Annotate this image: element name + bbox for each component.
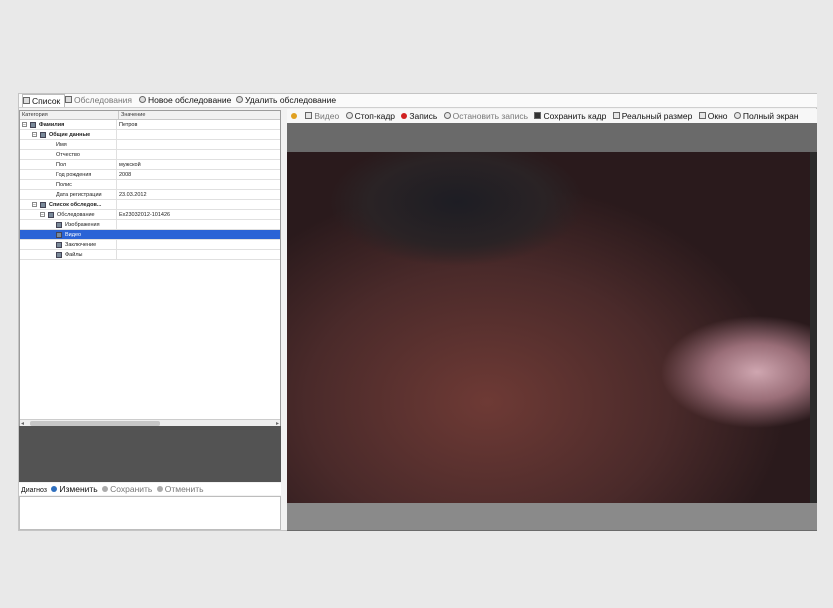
folder-icon	[30, 122, 36, 128]
collapse-icon[interactable]: −	[40, 212, 45, 218]
record-button[interactable]: Запись	[401, 111, 437, 121]
video-button[interactable]: Видео	[305, 111, 339, 121]
tree-row[interactable]: Отчество	[20, 150, 280, 160]
tab-list[interactable]: Список	[22, 94, 65, 107]
real-size-button[interactable]: Реальный размер	[612, 111, 692, 121]
stop-record-icon	[443, 112, 451, 120]
edit-button[interactable]: Изменить	[51, 484, 98, 494]
tree-row[interactable]: Изображения	[20, 220, 280, 230]
column-header-category: Категория	[22, 112, 48, 118]
folder-icon	[40, 132, 46, 138]
conclusion-icon	[56, 242, 62, 248]
tree-row[interactable]: − Общие данные	[20, 130, 280, 140]
video-panel: Видео Стоп-кадр Запись Остановить запись…	[287, 109, 817, 531]
top-toolbar: Список Обследования Новое обследование У…	[19, 94, 817, 108]
app-window: Список Обследования Новое обследование У…	[18, 93, 817, 531]
tree-row-selected[interactable]: Видео	[20, 230, 280, 240]
collapse-icon[interactable]: −	[22, 122, 27, 128]
folder-icon	[40, 202, 46, 208]
exams-icon	[65, 96, 72, 104]
column-header-value: Значение	[118, 111, 145, 119]
stop-frame-icon	[345, 112, 353, 120]
video-icon	[56, 232, 62, 238]
collapse-icon[interactable]: −	[32, 132, 37, 138]
fullscreen-icon	[733, 112, 741, 120]
tab-exams[interactable]: Обследования	[65, 94, 132, 107]
real-size-icon	[612, 112, 620, 120]
collapse-icon[interactable]: −	[32, 202, 37, 208]
files-icon	[56, 252, 62, 258]
edit-icon	[51, 485, 58, 492]
stop-frame-button[interactable]: Стоп-кадр	[345, 111, 395, 121]
tree-row[interactable]: Имя	[20, 140, 280, 150]
save-icon	[102, 485, 109, 492]
video-status-bar	[287, 503, 817, 530]
window-button[interactable]: Окно	[698, 111, 728, 121]
left-panel: Категория Значение − Фамилия Петров − Об…	[19, 108, 282, 532]
save-frame-button[interactable]: Сохранить кадр	[534, 111, 606, 121]
diagnosis-text[interactable]	[19, 496, 281, 530]
tree-row[interactable]: − Обследование Ex23032012-101426	[20, 210, 280, 220]
list-icon	[23, 97, 30, 105]
fullscreen-button[interactable]: Полный экран	[733, 111, 799, 121]
diagnosis-label: Диагноз	[21, 487, 47, 494]
new-exam-button[interactable]: Новое обследование	[139, 94, 231, 107]
exam-icon	[48, 212, 54, 218]
tree-header: Категория Значение	[20, 111, 280, 120]
tree-row[interactable]: Год рождения 2008	[20, 170, 280, 180]
patient-tree[interactable]: Категория Значение − Фамилия Петров − Об…	[19, 110, 281, 428]
stop-record-button[interactable]: Остановить запись	[443, 111, 528, 121]
cancel-button[interactable]: Отменить	[156, 484, 204, 494]
tree-row[interactable]: Заключение	[20, 240, 280, 250]
tree-row[interactable]: Дата регистрации 23.03.2012	[20, 190, 280, 200]
delete-exam-button[interactable]: Удалить обследование	[236, 94, 336, 107]
save-frame-icon	[534, 112, 542, 120]
video-icon	[305, 112, 313, 120]
video-toolbar: Видео Стоп-кадр Запись Остановить запись…	[287, 109, 817, 123]
tree-row[interactable]: − Список обследов...	[20, 200, 280, 210]
tree-row[interactable]: − Фамилия Петров	[20, 120, 280, 130]
diagnosis-toolbar: Диагноз Изменить Сохранить Отменить	[19, 483, 281, 495]
endoscope-video-frame	[287, 152, 810, 503]
tree-row[interactable]: Файлы	[20, 250, 280, 260]
camera-status-icon	[291, 111, 299, 121]
delete-exam-icon	[236, 96, 243, 104]
record-icon	[401, 112, 408, 119]
window-icon	[698, 112, 706, 120]
tree-row[interactable]: Полис	[20, 180, 280, 190]
video-border	[810, 152, 817, 503]
cancel-icon	[156, 485, 163, 492]
tree-row[interactable]: Пол мужской	[20, 160, 280, 170]
images-icon	[56, 222, 62, 228]
preview-area	[19, 426, 281, 482]
save-button[interactable]: Сохранить	[102, 484, 152, 494]
new-exam-icon	[139, 96, 146, 104]
